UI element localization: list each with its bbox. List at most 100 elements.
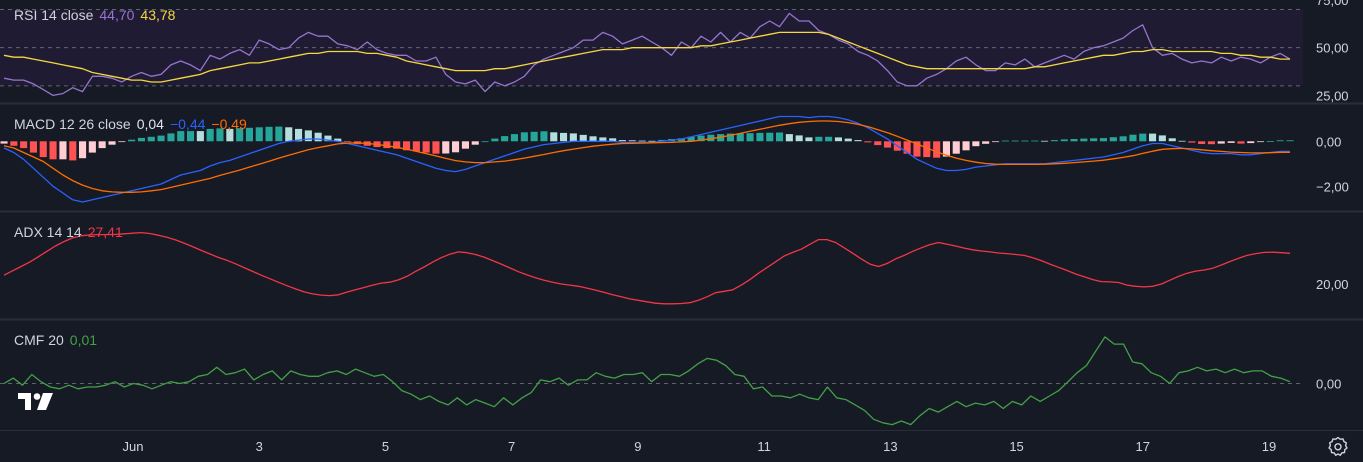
macd-histogram-bar (1109, 137, 1117, 142)
cmf-legend[interactable]: CMF 20 0,01 (14, 332, 97, 348)
macd-histogram-bar (736, 133, 744, 142)
macd-histogram-bar (1188, 141, 1196, 143)
macd-histogram-bar (147, 136, 155, 142)
macd-histogram-bar (1050, 140, 1058, 142)
macd-histogram-bar (1070, 139, 1078, 142)
macd-histogram-bar (1286, 140, 1294, 142)
macd-histogram-bar (20, 141, 28, 149)
macd-histogram-bar (579, 134, 587, 142)
macd-histogram-bar (1139, 133, 1147, 142)
rsi-y-tick-label: 75,00 (1316, 0, 1349, 8)
macd-histogram-bar (1149, 133, 1157, 142)
x-tick-label: 5 (382, 439, 389, 454)
macd-histogram-bar (933, 141, 941, 158)
macd-histogram-bar (1198, 141, 1206, 144)
macd-histogram-bar (756, 132, 764, 142)
macd-histogram-bar (69, 141, 77, 161)
rsi-legend-value: 44,70 (99, 7, 135, 23)
macd-histogram-bar (520, 132, 528, 142)
macd-histogram-bar (491, 138, 499, 142)
macd-histogram-bar (412, 141, 420, 152)
x-tick-label: 11 (757, 439, 771, 454)
macd-histogram-bar (530, 131, 538, 142)
macd-histogram-bar (1276, 140, 1284, 142)
macd-histogram-bar (452, 141, 460, 153)
macd-histogram-bar (1227, 141, 1235, 143)
macd-histogram-bar (962, 141, 970, 151)
macd-histogram-bar (864, 141, 872, 143)
x-tick-label: 15 (1009, 439, 1023, 454)
macd-histogram-bar (128, 139, 136, 142)
macd-histogram-bar (834, 137, 842, 142)
macd-histogram-bar (805, 137, 813, 142)
macd-histogram-bar (618, 140, 626, 142)
x-tick-label: 19 (1262, 439, 1276, 454)
macd-histogram-bar (432, 141, 440, 154)
macd-histogram-bar (550, 132, 558, 142)
x-tick-label: Jun (123, 439, 144, 454)
macd-histogram-bar (481, 141, 489, 143)
macd-histogram-bar (422, 141, 430, 153)
macd-histogram-bar (10, 141, 18, 146)
adx-y-tick-label: 20,00 (1316, 277, 1349, 292)
macd-histogram-bar (628, 140, 636, 142)
macd-histogram-bar (589, 136, 597, 142)
macd-histogram-bar (952, 141, 960, 154)
cmf-legend-value: 0,01 (69, 332, 98, 348)
macd-histogram-bar (1099, 138, 1107, 142)
macd-histogram-bar (49, 141, 57, 160)
macd-histogram-bar (79, 141, 87, 159)
macd-histogram-bar (196, 131, 204, 142)
cmf-y-tick-label: 0,00 (1316, 376, 1341, 391)
macd-histogram-bar (785, 134, 793, 142)
macd-histogram-bar (1158, 135, 1166, 142)
macd-histogram-bar (1090, 138, 1098, 142)
rsi-y-tick-label: 25,00 (1316, 88, 1349, 103)
macd-histogram-bar (992, 141, 1000, 143)
macd-y-tick-label: 0,00 (1316, 134, 1341, 149)
rsi-legend-name: RSI 14 close (14, 7, 94, 23)
macd-histogram-bar (187, 131, 195, 142)
rsi-legend[interactable]: RSI 14 close 44,70 43,78 (14, 7, 175, 23)
macd-histogram-bar (471, 141, 479, 145)
macd-histogram-bar (854, 140, 862, 142)
rsi-y-tick-label: 50,00 (1316, 41, 1349, 56)
macd-legend-name: MACD 12 26 close (14, 116, 131, 132)
x-tick-label: 3 (256, 439, 263, 454)
x-tick-label: 7 (508, 439, 515, 454)
gear-icon[interactable] (1327, 436, 1349, 458)
macd-histogram-bar (972, 141, 980, 147)
macd-histogram-bar (1119, 136, 1127, 142)
macd-hist-legend-value: 0,04 (136, 116, 164, 132)
macd-histogram-bar (1178, 140, 1186, 142)
macd-legend-value: −0,44 (169, 116, 206, 132)
macd-histogram-bar (275, 126, 283, 142)
macd-histogram-bar (844, 138, 852, 142)
macd-legend[interactable]: MACD 12 26 close 0,04 −0,44 −0,49 (14, 116, 247, 132)
adx-legend[interactable]: ADX 14 14 27,41 (14, 224, 123, 240)
macd-histogram-bar (167, 133, 175, 142)
macd-histogram-bar (599, 137, 607, 142)
adx-legend-name: ADX 14 14 (14, 224, 82, 240)
macd-histogram-bar (540, 131, 548, 142)
macd-histogram-bar (1168, 138, 1176, 142)
macd-histogram-bar (982, 141, 990, 144)
x-tick-label: 9 (634, 439, 641, 454)
macd-histogram-bar (1129, 134, 1137, 142)
cmf-legend-name: CMF 20 (14, 332, 64, 348)
macd-histogram-bar (501, 136, 509, 142)
macd-histogram-bar (1001, 140, 1009, 142)
tradingview-logo-icon[interactable] (16, 390, 56, 414)
macd-histogram-bar (1247, 141, 1255, 144)
macd-histogram-bar (569, 133, 577, 142)
rsi-ma-legend-value: 43,78 (140, 7, 176, 23)
macd-histogram-bar (344, 141, 352, 143)
macd-histogram-bar (98, 141, 106, 149)
x-tick-label: 13 (883, 439, 897, 454)
macd-histogram-bar (1041, 140, 1049, 142)
macd-histogram-bar (1257, 141, 1265, 143)
macd-histogram-bar (137, 137, 145, 142)
indicator-chart[interactable]: 75,00 50,00 25,00 0,00 −2,00 20,00 0,00 Jun 3 5 7 9… (0, 0, 1363, 462)
macd-histogram-bar (177, 131, 185, 142)
macd-histogram-bar (461, 141, 469, 149)
